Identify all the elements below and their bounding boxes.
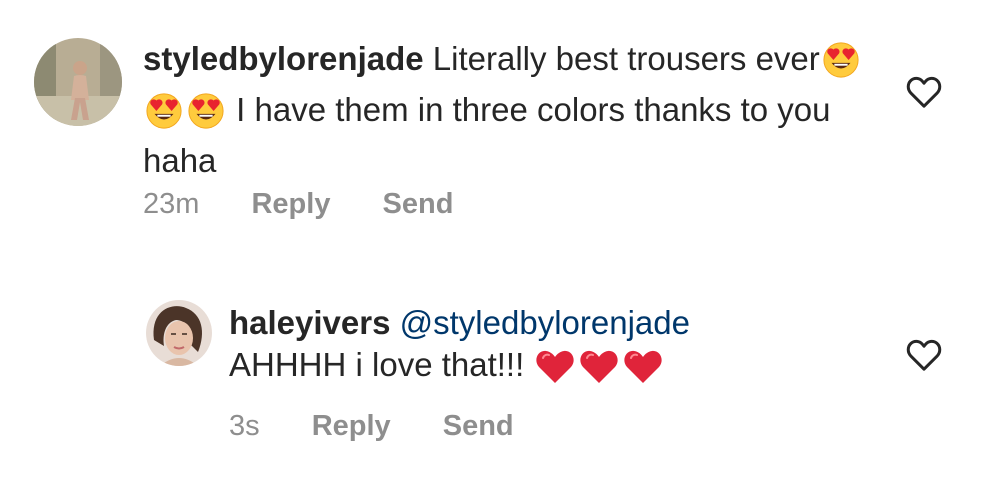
- reply-button[interactable]: Reply: [251, 188, 330, 220]
- comment-meta: 23m Reply Send: [143, 188, 497, 221]
- comment-text: haleyivers @styledbylorenjade AHHHH i lo…: [229, 302, 869, 395]
- reply-button[interactable]: Reply: [312, 410, 391, 442]
- red-heart-emoji-icon: [579, 349, 619, 395]
- like-heart-icon[interactable]: [904, 335, 944, 380]
- comment-username[interactable]: haleyivers: [229, 304, 390, 341]
- comment-timestamp: 3s: [229, 410, 260, 442]
- send-button[interactable]: Send: [383, 188, 454, 220]
- comment-text: styledbylorenjade Literally best trouser…: [143, 38, 883, 182]
- mention-link[interactable]: @styledbylorenjade: [400, 304, 690, 341]
- avatar-image: [146, 300, 212, 366]
- comment-body: Literally best trousers ever: [432, 40, 820, 77]
- comment-timestamp: 23m: [143, 188, 200, 220]
- comment-username[interactable]: styledbylorenjade: [143, 40, 424, 77]
- avatar[interactable]: [146, 300, 212, 366]
- red-heart-emoji-icon: [623, 349, 663, 395]
- avatar-image: [34, 38, 122, 126]
- comment-meta: 3s Reply Send: [229, 410, 558, 443]
- heart-eyes-emoji-icon: [187, 92, 225, 140]
- like-heart-icon[interactable]: [904, 72, 944, 117]
- red-heart-emoji-icon: [535, 349, 575, 395]
- comment-body-continued: I have them in three colors thanks to yo…: [143, 91, 831, 179]
- heart-eyes-emoji-icon: [822, 41, 860, 89]
- heart-eyes-emoji-icon: [145, 92, 183, 140]
- send-button[interactable]: Send: [443, 410, 514, 442]
- comment-body: AHHHH i love that!!!: [229, 346, 525, 383]
- avatar[interactable]: [34, 38, 122, 126]
